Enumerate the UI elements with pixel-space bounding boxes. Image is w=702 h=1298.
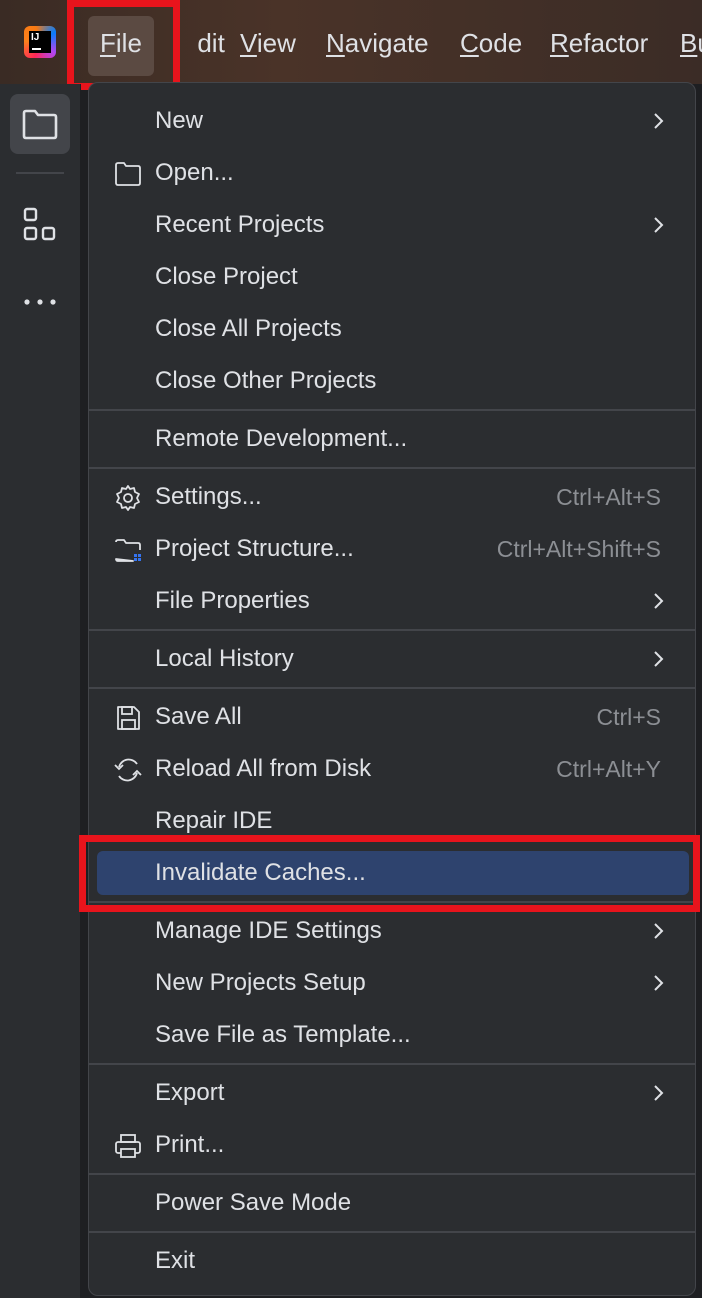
menu-item-label: Remote Development...: [155, 425, 408, 452]
project-tool-button[interactable]: [10, 94, 70, 154]
menu-item-label: Save File as Template...: [155, 1021, 411, 1048]
chevron-right-icon: [654, 1085, 664, 1101]
menubar-navigate[interactable]: Navigate: [326, 28, 429, 58]
menu-item-label: Local History: [155, 645, 294, 672]
menubar-bu[interactable]: Bu: [680, 28, 702, 58]
chevron-right-icon: [654, 593, 664, 609]
annotation-box-invalidate-caches: [79, 835, 700, 912]
menu-item-reload-all-from-disk[interactable]: Reload All from Disk Ctrl+Alt+Y: [89, 743, 695, 795]
left-tool-strip: [0, 84, 81, 1298]
menu-item-open[interactable]: Open...: [89, 147, 695, 199]
menu-separator: [89, 1063, 695, 1065]
menu-separator: [89, 409, 695, 411]
menu-item-shortcut: Ctrl+Alt+Shift+S: [496, 536, 661, 562]
gear-icon: [116, 485, 140, 511]
menu-item-close-other-projects[interactable]: Close Other Projects: [89, 355, 695, 407]
menu-item-label: File Properties: [155, 587, 310, 614]
menu-item-export[interactable]: Export: [89, 1067, 695, 1119]
reload-icon: [114, 758, 142, 782]
menu-separator: [89, 1173, 695, 1175]
menu-separator: [89, 467, 695, 469]
menu-item-remote-development[interactable]: Remote Development...: [89, 413, 695, 465]
menu-item-label: Project Structure...: [155, 535, 354, 562]
menubar-view[interactable]: View: [240, 28, 296, 58]
menu-item-label: Close Project: [155, 263, 298, 290]
file-menu-dropdown: New Open... Recent Projects Close Project Cl…: [88, 82, 696, 1296]
menubar-edit[interactable]: Edit: [180, 28, 224, 58]
menu-separator: [89, 1231, 695, 1233]
menu-separator: [89, 629, 695, 631]
menu-item-label: Settings...: [155, 483, 262, 510]
annotation-box-file-menu: [67, 0, 180, 90]
menu-item-label: New Projects Setup: [155, 969, 366, 996]
menu-item-new-projects-setup[interactable]: New Projects Setup: [89, 957, 695, 1009]
intellij-logo-icon: IJ: [24, 26, 56, 58]
menubar-refactor[interactable]: Refactor: [550, 28, 648, 58]
menu-item-shortcut: Ctrl+Alt+S: [556, 484, 661, 510]
folder-icon: [22, 109, 58, 140]
menu-item-file-properties[interactable]: File Properties: [89, 575, 695, 627]
chevron-right-icon: [654, 651, 664, 667]
menu-item-local-history[interactable]: Local History: [89, 633, 695, 685]
menu-item-label: New: [155, 107, 204, 134]
menu-item-label: Open...: [155, 159, 234, 186]
project-structure-icon: [115, 539, 141, 562]
menubar-code[interactable]: Code: [460, 28, 522, 58]
menu-item-save-file-as-template[interactable]: Save File as Template...: [89, 1009, 695, 1061]
menu-item-shortcut: Ctrl+Alt+Y: [556, 756, 661, 782]
menu-item-manage-ide-settings[interactable]: Manage IDE Settings: [89, 905, 695, 957]
chevron-right-icon: [654, 923, 664, 939]
menu-item-close-project[interactable]: Close Project: [89, 251, 695, 303]
print-icon: [115, 1134, 141, 1158]
more-tools-icon[interactable]: [22, 294, 58, 310]
menu-item-label: Close All Projects: [155, 315, 342, 342]
menu-item-label: Recent Projects: [155, 211, 325, 238]
menu-item-label: Print...: [155, 1131, 225, 1158]
menu-item-label: Close Other Projects: [155, 367, 377, 394]
save-icon: [117, 706, 140, 730]
menu-item-close-all-projects[interactable]: Close All Projects: [89, 303, 695, 355]
structure-icon[interactable]: [22, 206, 58, 242]
menu-item-label: Manage IDE Settings: [155, 917, 382, 944]
menu-item-label: Save All: [155, 703, 242, 730]
folder-icon: [115, 162, 141, 186]
menu-separator: [89, 687, 695, 689]
menu-item-exit[interactable]: Exit: [89, 1235, 695, 1287]
menu-item-label: Reload All from Disk: [155, 755, 372, 782]
menu-item-settings[interactable]: Settings... Ctrl+Alt+S: [89, 471, 695, 523]
tool-strip-divider: [16, 172, 64, 174]
editor-edge: [697, 84, 702, 1298]
chevron-right-icon: [654, 113, 664, 129]
menu-item-label: Power Save Mode: [155, 1189, 352, 1216]
menu-item-save-all[interactable]: Save All Ctrl+S: [89, 691, 695, 743]
menu-item-label: Export: [155, 1079, 225, 1106]
menu-item-shortcut: Ctrl+S: [596, 704, 661, 730]
menu-item-power-save-mode[interactable]: Power Save Mode: [89, 1177, 695, 1229]
menu-item-print[interactable]: Print...: [89, 1119, 695, 1171]
chevron-right-icon: [654, 217, 664, 233]
menu-item-label: Exit: [155, 1247, 196, 1274]
menu-item-recent-projects[interactable]: Recent Projects: [89, 199, 695, 251]
menu-item-project-structure[interactable]: Project Structure... Ctrl+Alt+Shift+S: [89, 523, 695, 575]
menu-item-new[interactable]: New: [89, 95, 695, 147]
chevron-right-icon: [654, 975, 664, 991]
